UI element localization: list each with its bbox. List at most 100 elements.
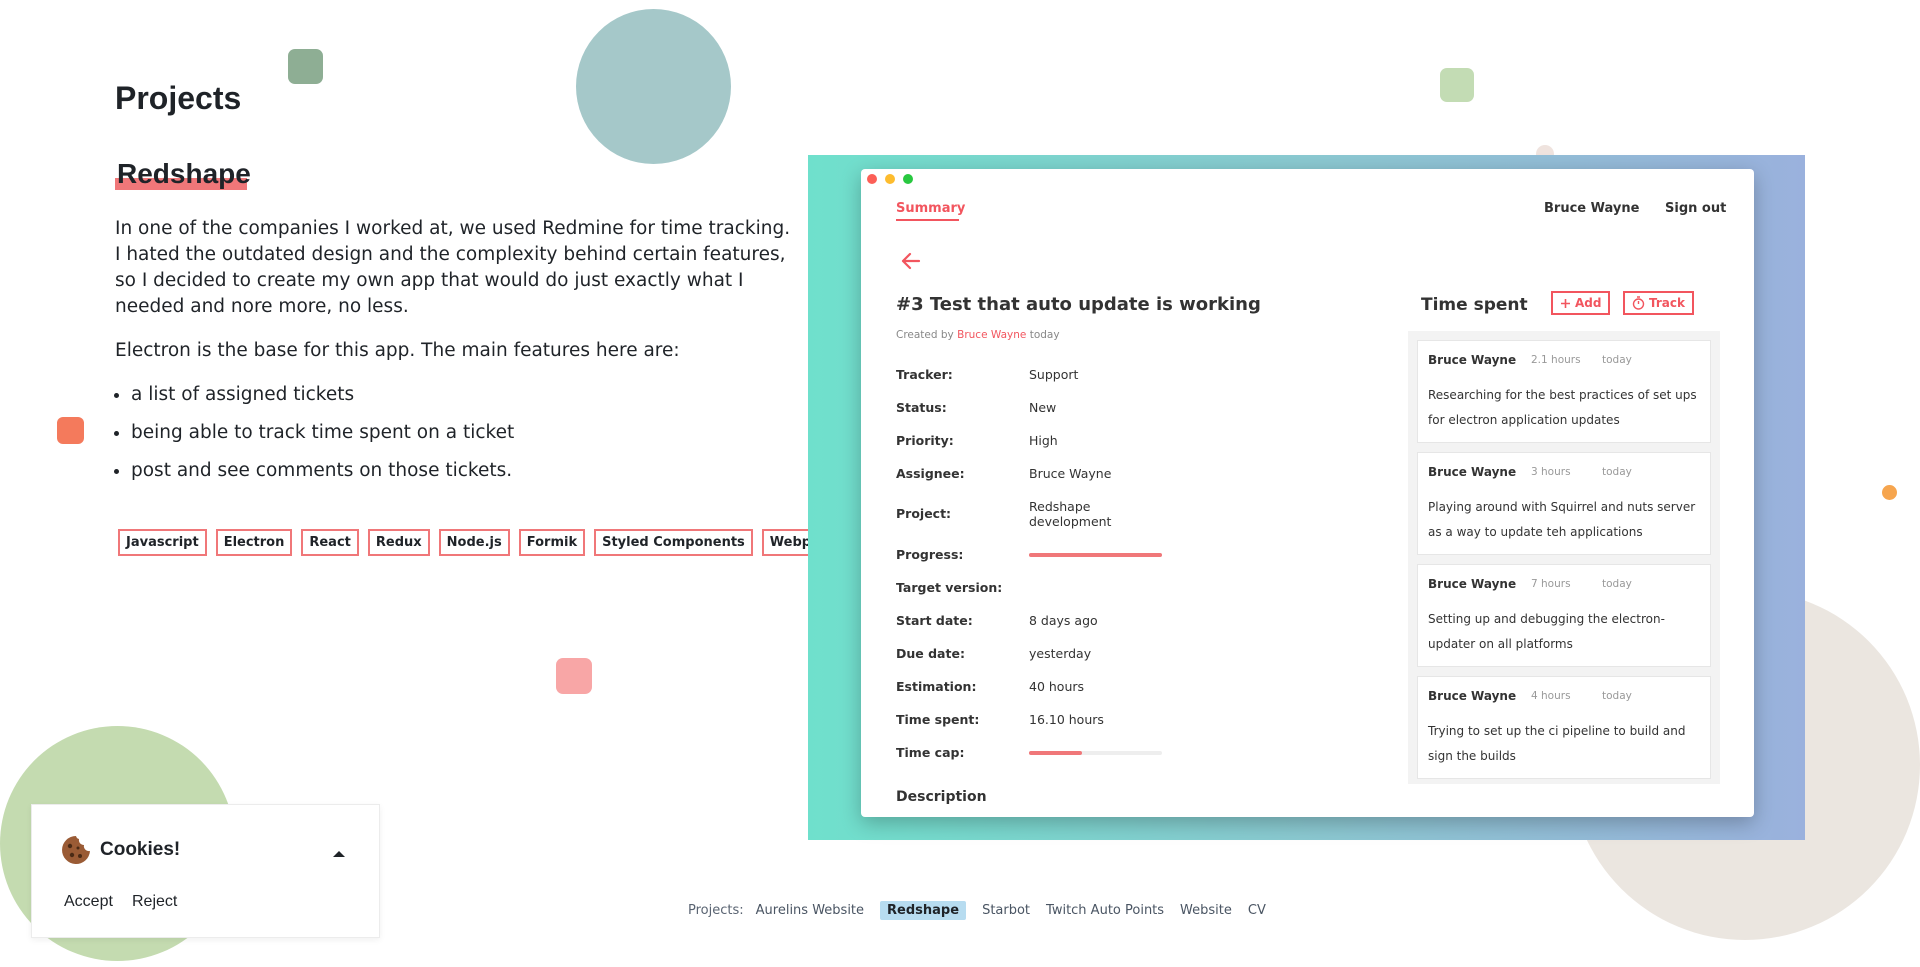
tech-tags: Javascript Electron React Redux Node.js … [118, 529, 845, 556]
project-label: Project: [896, 506, 952, 521]
window-minimize-dot [885, 174, 895, 184]
bg-dot-orange [1882, 485, 1897, 500]
time-entry-user: Bruce Wayne [1428, 465, 1517, 479]
time-entry-user: Bruce Wayne [1428, 689, 1517, 703]
project-link-redshape[interactable]: Redshape [880, 901, 967, 920]
project-screenshot: Summary Bruce Wayne Sign out #3 Test tha… [861, 169, 1754, 817]
tag: Node.js [438, 529, 510, 556]
track-time-button: Track [1623, 291, 1694, 315]
assignee-label: Assignee: [896, 466, 965, 481]
progress-bar [1029, 553, 1162, 557]
time-entries-list: Bruce Wayne 2.1 hours today Researching … [1408, 331, 1720, 784]
time-entry-hours: 3 hours [1531, 466, 1571, 478]
cookie-icon [62, 836, 90, 864]
add-time-button: Add [1551, 291, 1611, 315]
window-close-dot [867, 174, 877, 184]
project-link-aurelins-website[interactable]: Aurelins Website [756, 903, 864, 918]
project-value: Redshape development [1029, 499, 1111, 529]
plus-icon [1561, 298, 1570, 308]
estimation-label: Estimation: [896, 679, 977, 694]
target-version-label: Target version: [896, 580, 1003, 595]
description-paragraph: Electron is the base for this app. The m… [115, 340, 680, 361]
time-cap-bar-fill [1029, 751, 1083, 755]
bg-square-pink [556, 658, 592, 694]
time-entry-date: today [1602, 578, 1632, 590]
progress-bar-fill [1029, 553, 1162, 557]
tracker-value: Support [1029, 367, 1079, 382]
time-spent-value: 16.10 hours [1029, 712, 1104, 727]
assignee-value: Bruce Wayne [1029, 466, 1112, 481]
time-spent-title: Time spent [1421, 295, 1528, 315]
project-link-cv[interactable]: CV [1248, 903, 1266, 918]
tab-summary: Summary [896, 201, 966, 216]
progress-label: Progress: [896, 547, 964, 562]
project-link-twitch-auto-points[interactable]: Twitch Auto Points [1046, 903, 1164, 918]
time-entry-date: today [1602, 466, 1632, 478]
time-spent-label: Time spent: [896, 712, 980, 727]
created-author: Bruce Wayne [957, 329, 1027, 341]
feature-item: being able to track time spent on a tick… [131, 420, 795, 446]
bg-square-orange [57, 417, 84, 444]
time-entry-hours: 2.1 hours [1531, 354, 1581, 366]
issue-title: #3 Test that auto update is working [896, 294, 1261, 315]
time-entry-text: Trying to set up the ci pipeline to buil… [1428, 724, 1686, 763]
time-cap-label: Time cap: [896, 745, 965, 760]
feature-list: a list of assigned tickets being able to… [115, 382, 795, 484]
track-time-label: Track [1649, 296, 1685, 310]
feature-item: a list of assigned tickets [131, 382, 795, 408]
project-link-website[interactable]: Website [1180, 903, 1232, 918]
sign-out-link: Sign out [1665, 201, 1727, 216]
bg-square-lightgreen [1440, 68, 1474, 102]
time-entry-date: today [1602, 690, 1632, 702]
user-name: Bruce Wayne [1544, 201, 1640, 216]
due-date-label: Due date: [896, 646, 965, 661]
time-entry-user: Bruce Wayne [1428, 353, 1517, 367]
project-description: In one of the companies I worked at, we … [115, 216, 795, 496]
project-link-starbot[interactable]: Starbot [982, 903, 1030, 918]
project-name: Redshape [117, 158, 251, 189]
time-entry-date: today [1602, 354, 1632, 366]
description-paragraph: In one of the companies I worked at, we … [115, 218, 791, 317]
feature-item: post and see comments on those tickets. [131, 458, 795, 484]
tag: Javascript [118, 529, 207, 556]
tracker-label: Tracker: [896, 367, 953, 382]
stopwatch-icon [1632, 296, 1645, 310]
time-entry-user: Bruce Wayne [1428, 577, 1517, 591]
back-arrow-icon [901, 252, 921, 270]
issue-created-by: Created by Bruce Wayne today [896, 329, 1060, 341]
status-value: New [1029, 400, 1057, 415]
window-maximize-dot [903, 174, 913, 184]
projects-nav: Projects: Aurelins Website Redshape Star… [688, 901, 1266, 920]
time-entry-text: Playing around with Squirrel and nuts se… [1428, 500, 1696, 539]
created-when: today [1029, 329, 1060, 341]
description-heading: Description [896, 789, 987, 805]
project-value-line1: Redshape [1029, 499, 1091, 514]
priority-label: Priority: [896, 433, 954, 448]
bg-circle-teal [576, 9, 731, 164]
time-cap-bar [1029, 751, 1162, 755]
reject-cookies-button[interactable]: Reject [132, 893, 177, 911]
time-entry-text: Setting up and debugging the electron-up… [1428, 612, 1665, 651]
cookie-title: Cookies! [100, 839, 181, 860]
priority-value: High [1029, 433, 1058, 448]
tag: Electron [215, 529, 293, 556]
time-entry: Bruce Wayne 4 hours today Trying to set … [1417, 676, 1711, 779]
time-entry-hours: 4 hours [1531, 690, 1571, 702]
start-date-value: 8 days ago [1029, 613, 1098, 628]
time-entry-hours: 7 hours [1531, 578, 1571, 590]
tag: Formik [518, 529, 586, 556]
tag: Redux [367, 529, 430, 556]
add-time-label: Add [1575, 296, 1602, 310]
page-title: Projects [115, 80, 242, 116]
cookie-banner: Cookies! Accept Reject [31, 804, 380, 938]
estimation-value: 40 hours [1029, 679, 1085, 694]
created-prefix: Created by [896, 329, 954, 341]
accept-cookies-button[interactable]: Accept [64, 893, 113, 911]
time-entry: Bruce Wayne 3 hours today Playing around… [1417, 452, 1711, 555]
due-date-value: yesterday [1029, 646, 1092, 661]
time-entry-text: Researching for the best practices of se… [1428, 388, 1697, 427]
chevron-up-icon[interactable] [332, 849, 346, 858]
tag: Styled Components [594, 529, 753, 556]
bg-square-green [288, 49, 323, 84]
projects-nav-label: Projects: [688, 903, 744, 918]
